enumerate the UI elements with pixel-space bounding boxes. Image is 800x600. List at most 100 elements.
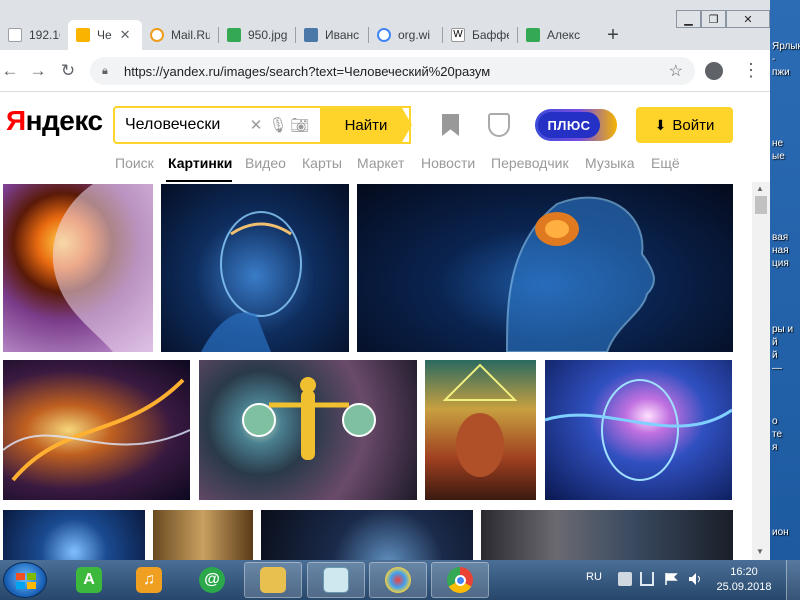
image-result[interactable] [3,184,153,352]
taskbar-app-paint[interactable] [369,562,427,598]
search-input[interactable]: Человечески [115,116,245,134]
taskbar-app-notepad[interactable] [307,562,365,598]
image-result[interactable] [153,510,253,560]
new-tab-button[interactable]: + [603,24,623,46]
image-result[interactable] [3,360,190,500]
volume-icon[interactable] [688,572,702,586]
tab-label: Че [97,28,112,42]
service-music[interactable]: Музыка [585,154,635,172]
scroll-thumb[interactable] [755,196,767,214]
tab-last[interactable]: Алекс [518,20,594,50]
maximize-button[interactable]: ❐ [701,10,726,28]
profile-icon[interactable] [705,62,723,80]
minimize-button[interactable]: ▁ [676,10,701,28]
close-icon[interactable]: ✕ [120,27,131,43]
yandex-logo[interactable]: Яндекс [6,105,103,137]
collections-bookmark-icon[interactable] [442,114,459,136]
service-more[interactable]: Ещё [651,154,680,172]
desktop-icon-label[interactable]: ион [772,526,789,539]
tab-active[interactable]: Че ✕ [68,20,142,50]
service-market[interactable]: Маркет [357,154,404,172]
image-result[interactable] [261,510,473,560]
image-result[interactable] [3,510,145,560]
keyboard-icon[interactable] [618,572,632,586]
tab-vk[interactable]: Иванс [296,20,368,50]
url-text[interactable]: https://yandex.ru/images/search?text=Чел… [124,64,669,79]
eyes-figure-image [242,377,376,460]
image-result[interactable] [199,360,417,500]
service-search[interactable]: Поиск [115,154,154,172]
browser-window: 192.16 Че ✕ Mail.Ru 950.jpg Иванс [0,0,770,560]
image-result[interactable] [545,360,732,500]
head-silhouette [505,196,655,352]
image-result[interactable] [425,360,536,500]
back-icon[interactable]: ← [0,60,20,82]
desktop-icon-label[interactable]: о те я [772,415,782,454]
reload-icon[interactable]: ↻ [58,60,78,82]
glowing-head-image [545,379,732,481]
tab-wikipedia[interactable]: W Баффе [443,20,517,50]
forward-icon[interactable]: → [28,60,48,82]
taskbar-app-aimp[interactable]: A [60,562,118,598]
windows-logo-icon [16,573,36,589]
login-label: Войти [672,116,715,134]
tab-label: org.wi [398,28,431,42]
bookmark-star-icon[interactable]: ☆ [669,61,683,81]
page-scrollbar[interactable]: ▲ ▼ [752,182,770,560]
scroll-up-arrow-icon[interactable]: ▲ [756,184,764,193]
login-button[interactable]: ⬇︎ Войти [636,107,733,143]
swirl-image [3,378,190,482]
image-result[interactable] [161,184,349,352]
camera-icon[interactable]: 📷︎ [289,116,311,134]
tab-label: 192.16 [29,28,60,42]
tab-label: Алекс [547,28,581,42]
show-desktop-button[interactable] [786,560,800,600]
tab-mailru[interactable]: Mail.Ru [142,20,218,50]
start-button[interactable] [3,562,47,598]
system-clock[interactable]: 16:20 25.09.2018 [714,565,774,595]
tab-image[interactable]: 950.jpg [219,20,295,50]
plus-label: ПЛЮС [538,112,600,138]
desktop-icon-label[interactable]: не ые [772,137,785,163]
desktop-icon-label[interactable]: вая ная ция [772,231,789,270]
plus-toggle[interactable]: ПЛЮС [535,109,617,141]
menu-icon[interactable]: ⋮ [742,59,760,81]
desktop-icon-label[interactable]: ры и й й — [772,323,793,375]
scroll-down-arrow-icon[interactable]: ▼ [756,547,764,556]
close-window-button[interactable]: ✕ [726,10,770,28]
shield-icon[interactable] [488,113,510,137]
image-result[interactable] [357,184,733,352]
network-icon[interactable] [640,572,654,586]
tab-1[interactable]: 192.16 [0,20,68,50]
search-button[interactable]: Найти [320,106,412,144]
service-translate[interactable]: Переводчик [491,154,569,172]
taskbar-app-mailru-agent[interactable]: @ [183,562,241,598]
tab-label: Иванс [325,28,360,42]
head-silhouette [52,184,153,352]
desktop-icon-label[interactable]: Ярлык - пжи [772,40,800,79]
browser-toolbar: ← → ↻ 🔒︎ https://yandex.ru/images/search… [0,50,770,92]
service-news[interactable]: Новости [421,154,475,172]
google-icon [377,28,391,42]
service-maps[interactable]: Карты [302,154,342,172]
image-result[interactable] [481,510,733,560]
document-icon [8,28,22,42]
folder-icon [260,567,286,593]
service-images[interactable]: Картинки [168,154,232,172]
language-indicator[interactable]: RU [586,571,602,583]
screen: Ярлык - пжи не ые вая ная ция ры и й й —… [0,0,800,600]
tab-google[interactable]: org.wi [369,20,442,50]
tab-label: 950.jpg [248,28,287,42]
service-video[interactable]: Видео [245,154,286,172]
clear-icon[interactable]: ✕ [245,116,267,134]
taskbar-app-explorer[interactable] [244,562,302,598]
action-center-flag-icon[interactable] [664,572,678,586]
microphone-icon[interactable]: 🎙︎ [267,116,289,134]
yandex-header: Яндекс Человечески ✕ 🎙︎ 📷︎ Найти ПЛЮС ⬇︎… [0,92,770,182]
face-image [442,363,518,477]
address-bar[interactable]: 🔒︎ https://yandex.ru/images/search?text=… [90,57,695,85]
taskbar-app-music[interactable]: ♫ [120,562,178,598]
clock-time: 16:20 [730,566,758,578]
taskbar-app-chrome[interactable] [431,562,489,598]
tab-strip: 192.16 Че ✕ Mail.Ru 950.jpg Иванс [0,0,770,50]
